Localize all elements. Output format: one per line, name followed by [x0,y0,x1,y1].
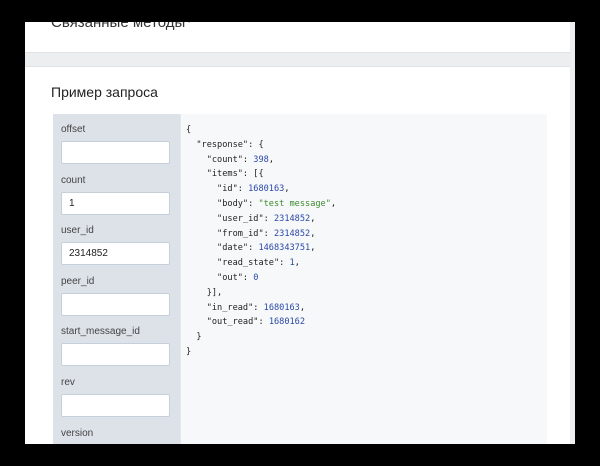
read-state-value: 1 [289,258,295,269]
count-value: 398 [253,154,269,165]
param-rev: rev [61,376,171,417]
param-label: start_message_id [61,326,140,337]
user-id-input[interactable] [61,242,170,265]
param-label: count [61,175,86,186]
param-label: version [61,428,94,439]
param-user-id: user_id [61,224,171,265]
date-value: 1468343751 [258,243,311,254]
out-value: 0 [253,272,259,283]
offset-input[interactable] [61,141,170,164]
start-message-id-input[interactable] [61,343,170,366]
related-methods-card: Связанные методы [25,22,570,53]
peer-id-input[interactable] [61,293,170,316]
param-label: peer_id [61,276,95,287]
section-title: Пример запроса [51,84,158,100]
from-id-value: 2314852 [273,228,311,239]
param-start-message-id: start_message_id [61,325,171,366]
chevron-down-icon[interactable] [182,22,196,27]
request-example-card: Пример запроса offset count user_id peer… [25,66,570,444]
user-id-value: 2314852 [273,213,311,224]
param-label: user_id [61,225,94,236]
param-offset: offset [61,123,171,164]
in-read-value: 1680163 [263,302,300,313]
related-methods-title[interactable]: Связанные методы [51,22,185,31]
param-peer-id: peer_id [61,275,171,316]
response-code-block: { "response": { "count": 398, "items": [… [180,114,547,444]
body-value: "test message" [258,198,331,209]
param-label: offset [61,124,86,135]
out-read-value: 1680162 [268,317,306,328]
param-version: version [61,427,171,441]
app-screen: Связанные методы Пример запроса offset c… [25,22,575,444]
count-input[interactable] [61,192,170,215]
id-value: 1680163 [248,184,285,195]
rev-input[interactable] [61,394,170,417]
param-count: count [61,174,171,215]
param-label: rev [61,377,75,388]
params-panel: offset count user_id peer_id start_messa… [53,114,180,444]
